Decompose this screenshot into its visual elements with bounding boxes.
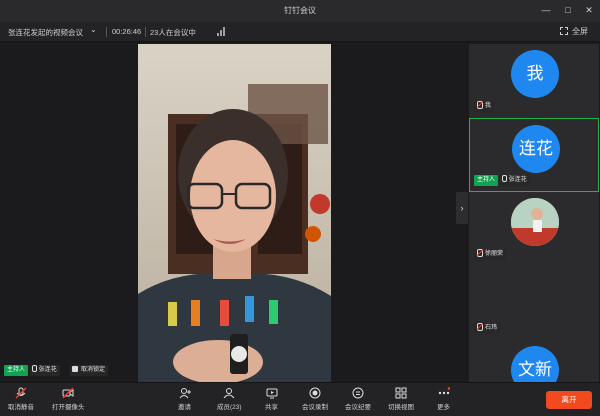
avatar: 连花 <box>512 125 560 173</box>
signal-icon[interactable] <box>217 27 227 36</box>
share-screen-icon <box>266 387 278 399</box>
speaker-video[interactable] <box>138 44 331 382</box>
members-icon <box>223 387 235 399</box>
divider <box>106 27 107 37</box>
avatar: 文新 <box>511 346 559 382</box>
unlock-label: 取消锁定 <box>81 367 106 373</box>
mic-icon <box>501 175 507 182</box>
mic-icon <box>31 365 37 372</box>
minimize-icon[interactable]: — <box>538 3 554 17</box>
bottom-toolbar: 取消静音 打开摄像头 邀请 成员(23) 共享 会议录制 会议纪要 切换视图 更… <box>0 382 600 416</box>
more-label: 更多 <box>437 404 450 411</box>
members-label: 成员(23) <box>217 404 242 411</box>
camera-off-icon <box>62 387 74 399</box>
close-icon[interactable]: ✕ <box>581 3 597 17</box>
participant-name: 徐丽荣 <box>485 251 504 257</box>
speaker-name: 张连花 <box>38 367 57 373</box>
more-icon <box>438 387 450 399</box>
participant-count[interactable]: 23人在会议中 <box>150 27 196 38</box>
fullscreen-button[interactable]: 全屏 <box>560 26 588 37</box>
members-button[interactable]: 成员(23) <box>217 387 242 411</box>
grid-view-icon <box>395 387 407 399</box>
minutes-label: 会议纪要 <box>345 404 371 411</box>
meeting-window: 钉钉会议 — □ ✕ 张连花发起的视频会议 ⌄ 00:26:46 23人在会议中… <box>0 0 600 416</box>
invite-button[interactable]: 邀请 <box>178 387 191 411</box>
collapse-sidebar-button[interactable]: › <box>456 192 468 224</box>
mic-muted-icon <box>476 323 483 331</box>
fullscreen-label: 全屏 <box>572 27 588 36</box>
switch-view-label: 切换视图 <box>388 404 414 411</box>
record-button[interactable]: 会议录制 <box>302 387 328 411</box>
avatar-photo <box>511 198 559 246</box>
window-title: 钉钉会议 <box>284 6 316 15</box>
meeting-timer: 00:26:46 <box>112 27 142 36</box>
participant-name: 张连花 <box>508 177 527 183</box>
participant-tile[interactable]: 文新 <box>469 340 599 382</box>
main-stage: › 主持人 张连花 取消锁定 <box>0 42 468 382</box>
fullscreen-icon <box>560 27 568 35</box>
share-button[interactable]: 共享 <box>265 387 278 411</box>
more-button[interactable]: 更多 <box>437 387 450 411</box>
switch-view-button[interactable]: 切换视图 <box>388 387 414 411</box>
meeting-info-bar: 张连花发起的视频会议 ⌄ 00:26:46 23人在会议中 全屏 <box>0 22 600 42</box>
unlock-video-button[interactable]: 取消锁定 <box>70 365 109 376</box>
record-label: 会议录制 <box>302 404 328 411</box>
camera-button[interactable]: 打开摄像头 <box>52 387 85 411</box>
record-icon <box>309 387 321 399</box>
leave-button[interactable]: 离开 <box>546 391 592 409</box>
host-badge: 主持人 <box>474 175 499 186</box>
participant-tile[interactable]: 徐丽荣 <box>469 192 599 266</box>
participant-name: 石玮 <box>485 325 498 331</box>
lock-icon <box>72 366 78 372</box>
mic-muted-icon <box>476 101 483 109</box>
meeting-title[interactable]: 张连花发起的视频会议 <box>8 27 83 38</box>
add-person-icon <box>179 387 191 399</box>
participant-tile[interactable]: 石玮 <box>469 266 599 340</box>
mic-muted-icon <box>476 249 483 257</box>
maximize-icon[interactable]: □ <box>560 3 576 17</box>
share-label: 共享 <box>265 404 278 411</box>
title-bar: 钉钉会议 — □ ✕ <box>0 0 600 22</box>
divider <box>145 27 146 37</box>
notes-icon <box>352 387 364 399</box>
camera-label: 打开摄像头 <box>52 404 85 411</box>
participant-tile[interactable]: 我 我 <box>469 44 599 118</box>
avatar: 我 <box>511 50 559 98</box>
mic-muted-icon <box>15 387 27 399</box>
minutes-button[interactable]: 会议纪要 <box>345 387 371 411</box>
unmute-label: 取消静音 <box>8 404 34 411</box>
participant-tile[interactable]: 连花 主持人 张连花 <box>469 118 599 192</box>
participant-sidebar: 我 我 连花 主持人 张连花 徐丽荣 石玮 文新 <box>468 42 600 382</box>
chevron-down-icon[interactable]: ⌄ <box>90 25 97 34</box>
participant-name: 我 <box>485 103 492 109</box>
speaker-video-frame <box>138 44 331 382</box>
speaker-name-tag: 主持人 张连花 <box>4 365 60 376</box>
unmute-button[interactable]: 取消静音 <box>8 387 34 411</box>
invite-label: 邀请 <box>178 404 191 411</box>
host-badge: 主持人 <box>4 365 29 376</box>
